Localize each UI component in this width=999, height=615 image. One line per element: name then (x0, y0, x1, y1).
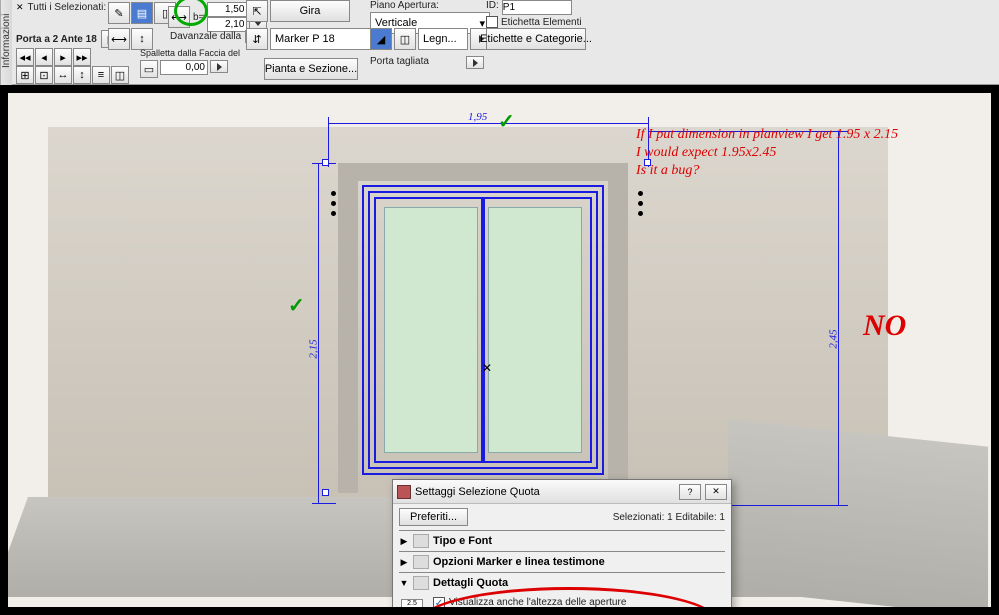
help-button[interactable]: ? (679, 484, 701, 500)
material-dropdown[interactable]: Legn... (418, 28, 468, 50)
section-tipo[interactable]: ▶Tipo e Font (399, 530, 725, 551)
layer-icon[interactable]: ▤ (131, 2, 153, 24)
door-name: Porta a 2 Ante 18 (16, 34, 97, 45)
preview-icon: 2.51.2 (401, 599, 423, 607)
dim-icon1[interactable]: ⟷ (168, 6, 190, 28)
bottom-icon4[interactable]: ↕ (73, 66, 91, 84)
details-icon (413, 576, 429, 590)
cross-icon: ✕ (482, 361, 492, 375)
spalletta-field[interactable] (160, 60, 208, 75)
dim-top-text: 1,95 (468, 111, 487, 123)
section-dettagli[interactable]: ▼Dettagli Quota (399, 572, 725, 593)
etichetta-check[interactable] (486, 16, 498, 28)
bottom-icon2[interactable]: ⊡ (35, 66, 53, 84)
bottom-icon1[interactable]: ⊞ (16, 66, 34, 84)
bottom-icon6[interactable]: ◫ (111, 66, 129, 84)
section-marker[interactable]: ▶Opzioni Marker e linea testimone (399, 551, 725, 572)
bottom-icon3[interactable]: ↔ (54, 66, 72, 84)
selection-label: Tutti i Selezionati: (28, 2, 107, 13)
id-field[interactable] (502, 0, 572, 15)
3d-canvas: 1,95 ✓ 2,15 ✓ 2,45 If I put dimension in… (8, 93, 991, 607)
anchor-icon[interactable]: ⇱ (246, 0, 268, 22)
close-icon[interactable]: ✕ (16, 2, 24, 13)
settings-dialog: Settaggi Selezione Quota ? ✕ Preferiti..… (392, 479, 732, 607)
dim-right-text: 2,45 (828, 329, 840, 348)
dialog-titlebar[interactable]: Settaggi Selezione Quota ? ✕ (393, 480, 731, 504)
width-field[interactable] (207, 2, 247, 17)
dim-right (838, 131, 839, 505)
dim-top (328, 123, 648, 124)
nav-prev[interactable]: ◂ (35, 48, 53, 66)
nav-last[interactable]: ▸▸ (73, 48, 91, 66)
door-opening (338, 163, 628, 493)
app-icon (397, 485, 411, 499)
selection-info: Selezionati: 1 Editabile: 1 (613, 512, 725, 523)
nav-next[interactable]: ▸ (54, 48, 72, 66)
repr-icon2[interactable]: ◫ (394, 28, 416, 50)
floor-step (728, 419, 988, 607)
spalletta-label: Spalletta dalla Faccia del (140, 48, 240, 58)
dim-icon3[interactable]: ↕ (131, 28, 153, 50)
check-icon-top: ✓ (498, 109, 515, 134)
detail-area: 2.51.2 Visualizza anche l'altezza delle … (399, 593, 725, 607)
info-side-tab[interactable]: Informazioni (0, 0, 12, 85)
altezza-label: Visualizza anche l'altezza delle apertur… (449, 597, 549, 607)
dim-icon2[interactable]: ⟷ (108, 28, 130, 50)
id-label: ID: (486, 0, 499, 15)
dim-link-icon[interactable]: ⇵ (246, 28, 268, 50)
note-no: NO (863, 309, 906, 343)
etichetta-label: Etichetta Elementi (501, 17, 582, 28)
pianta-button[interactable]: Pianta e Sezione... (264, 58, 358, 80)
note-line2: I would expect 1.95x2.45 (636, 145, 776, 161)
davanzale-label: Davanzale dalla (170, 31, 241, 42)
note-line1: If I put dimension in planview I get 1.9… (636, 127, 898, 143)
altezza-check[interactable] (433, 597, 445, 607)
gira-button[interactable]: Gira (270, 0, 350, 22)
3d-viewport[interactable]: 1,95 ✓ 2,15 ✓ 2,45 If I put dimension in… (0, 85, 999, 615)
nav-first[interactable]: ◂◂ (16, 48, 34, 66)
check-icon-left: ✓ (288, 293, 305, 318)
bottom-icon5[interactable]: ≡ (92, 66, 110, 84)
repr-icon1[interactable]: ◢ (370, 28, 392, 50)
spalletta-icon[interactable]: ▭ (140, 60, 158, 78)
porta-tag-step[interactable] (466, 56, 484, 69)
note-line3: Is it a bug? (636, 163, 699, 179)
close-button[interactable]: ✕ (705, 484, 727, 500)
porta-tag-label: Porta tagliata (370, 56, 429, 67)
dim-left-text: 2,15 (308, 339, 320, 358)
piano-label: Piano Apertura: (370, 0, 439, 11)
etcat-button[interactable]: Etichette e Categorie... (486, 28, 586, 50)
font-icon (413, 534, 429, 548)
edit-icon[interactable]: ✎ (108, 2, 130, 24)
dialog-title: Settaggi Selezione Quota (415, 486, 540, 498)
preferiti-button[interactable]: Preferiti... (399, 508, 468, 526)
dim-left (318, 163, 319, 503)
marker-icon (413, 555, 429, 569)
info-toolbar: Informazioni ✕ Tutti i Selezionati: 1 ✎ … (0, 0, 999, 85)
spalletta-stepper[interactable] (210, 60, 228, 73)
